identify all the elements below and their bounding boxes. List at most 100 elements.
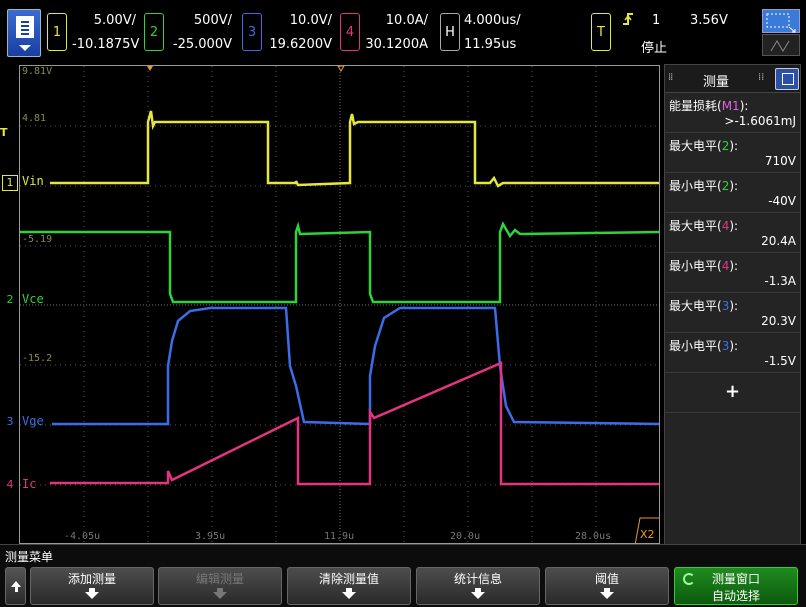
horizontal-tag[interactable]: H <box>440 13 460 51</box>
add-measurement-button[interactable]: 添加测量 <box>30 567 154 605</box>
softkey-sublabel: 自动选择 <box>711 589 760 603</box>
trigger-source: 1 <box>652 13 661 28</box>
grid-label-3: -15.2 <box>22 353 53 364</box>
time-label-3: 20.0u <box>450 531 481 542</box>
arrow-down-icon <box>213 592 227 599</box>
waveform-icon[interactable] <box>762 34 800 56</box>
clear-measurements-button[interactable]: 清除测量值 <box>287 567 411 605</box>
trigger-level-marker[interactable]: T <box>0 126 19 140</box>
measurement-item[interactable]: 最小电平(4): -1.3A <box>665 253 800 293</box>
measurement-value: -1.3A <box>764 274 796 288</box>
measurement-source: 3 <box>721 339 730 353</box>
measurement-source: 2 <box>721 139 730 153</box>
panel-list-button[interactable] <box>775 68 799 90</box>
measurement-window-button[interactable]: 测量窗口 自动选择 <box>674 567 798 605</box>
grid-label-top: 9.81V <box>22 66 53 77</box>
measurement-value: -40V <box>768 194 796 208</box>
channel-4-tag[interactable]: 4 <box>340 13 360 51</box>
menu-up-button[interactable] <box>5 567 26 605</box>
arrow-down-icon <box>600 592 614 599</box>
measurement-value: 710V <box>764 154 796 168</box>
measurement-source: 2 <box>721 179 730 193</box>
threshold-button[interactable]: 阈值 <box>545 567 669 605</box>
measurement-value: 20.4A <box>761 234 796 248</box>
measurement-name: 最小电平 <box>669 339 718 353</box>
measurement-source: M1 <box>721 99 740 113</box>
channel-1-offset: -10.1875V <box>72 37 140 52</box>
measurement-value: -1.5V <box>764 354 796 368</box>
channel-2-tag[interactable]: 2 <box>144 13 164 51</box>
drag-handle-icon[interactable]: ⁞⁞ <box>668 72 673 83</box>
measurement-name: 最大电平 <box>669 219 718 233</box>
statistics-button[interactable]: 统计信息 <box>416 567 540 605</box>
measurement-item[interactable]: 最小电平(2): -40V <box>665 173 800 213</box>
time-label-4: 28.0us <box>575 531 612 542</box>
waveform-graticule <box>20 66 659 543</box>
channel-2-ground-marker[interactable]: 2 <box>2 293 18 309</box>
channel-4-ground-marker[interactable]: 4 <box>2 478 18 494</box>
grid-label-2: -5.19 <box>22 234 53 245</box>
channel-3-offset: 19.6200V <box>269 37 332 52</box>
trace-label-vce: Vce <box>22 292 44 306</box>
rising-edge-icon <box>622 11 634 25</box>
zoom-select-button[interactable] <box>762 9 800 33</box>
acquisition-status: 停止 <box>641 41 668 56</box>
trace-label-vin: Vin <box>22 174 44 188</box>
rotate-knob-icon <box>683 573 695 585</box>
measurement-name: 最小电平 <box>669 259 718 273</box>
softkey-label: 编辑测量 <box>195 572 244 586</box>
measurement-name: 最大电平 <box>669 139 718 153</box>
measurement-item[interactable]: 最大电平(2): 710V <box>665 133 800 173</box>
measurement-value: >-1.6061mJ <box>724 114 796 128</box>
measurement-name: 最大电平 <box>669 299 718 313</box>
measurement-item[interactable]: 最小电平(3): -1.5V <box>665 333 800 373</box>
horizontal-scale: 4.000us/ <box>464 13 521 28</box>
measurement-source: 3 <box>721 299 730 313</box>
measurement-source: 4 <box>721 259 730 273</box>
channel-3-tag[interactable]: 3 <box>242 13 262 51</box>
measurement-panel-title: 测量 <box>703 75 730 90</box>
channel-1-ground-marker[interactable]: 1 <box>2 175 18 191</box>
waveform-display[interactable]: 9.81V 4.81 -5.19 -15.2 -4.05u 3.95u 11.9… <box>19 65 660 544</box>
measurement-item[interactable]: 最大电平(4): 20.4A <box>665 213 800 253</box>
add-measurement-plus-button[interactable]: + <box>665 373 800 413</box>
softkey-menu-label: 测量菜单 <box>5 550 54 564</box>
zoom-badge: X2 <box>640 528 655 541</box>
chevron-down-icon <box>19 45 31 51</box>
trigger-level: 3.56V <box>690 13 728 28</box>
trace-label-vge: Vge <box>22 414 44 428</box>
channel-bar: 1 5.00V/ -10.1875V 2 500V/ -25.000V 3 10… <box>0 0 806 64</box>
channel-3-ground-marker[interactable]: 3 <box>2 415 18 431</box>
measurement-item[interactable]: 能量损耗(M1): >-1.6061mJ <box>665 93 800 133</box>
softkey-bar: 测量菜单 添加测量 编辑测量 清除测量值 统计信息 阈值 测量窗口 自动选择 <box>0 544 806 607</box>
measurement-item[interactable]: 最大电平(3): 20.3V <box>665 293 800 333</box>
drag-handle-icon[interactable]: ⁞⁞ <box>758 72 764 83</box>
arrow-down-icon <box>471 592 485 599</box>
edit-measurement-button[interactable]: 编辑测量 <box>158 567 282 605</box>
channel-1-tag[interactable]: 1 <box>47 13 67 51</box>
measurement-panel: ⁞⁞ 测量 ⁞⁞ 能量损耗(M1): >-1.6061mJ 最大电平(2): 7… <box>664 64 801 546</box>
trace-label-ic: Ic <box>22 477 37 491</box>
measurement-panel-header: ⁞⁞ 测量 ⁞⁞ <box>665 65 800 93</box>
main-menu-button[interactable] <box>7 9 41 57</box>
channel-2-scale: 500V/ <box>193 13 232 28</box>
arrow-down-icon <box>85 592 99 599</box>
softkey-label: 统计信息 <box>453 572 502 586</box>
measurement-source: 4 <box>721 219 730 233</box>
channel-4-offset: 30.1200A <box>365 37 428 52</box>
time-label-2: 11.9u <box>324 531 355 542</box>
measurement-name: 能量损耗 <box>669 99 718 113</box>
channel-3-scale: 10.0V/ <box>289 13 332 28</box>
menu-list-icon <box>16 16 34 38</box>
trigger-tag[interactable]: T <box>591 13 611 51</box>
softkey-label: 添加测量 <box>67 572 116 586</box>
measurement-name: 最小电平 <box>669 179 718 193</box>
time-label-0: -4.05u <box>64 531 101 542</box>
channel-1-scale: 5.00V/ <box>93 13 136 28</box>
arrow-down-icon <box>342 592 356 599</box>
measurement-value: 20.3V <box>761 314 796 328</box>
grid-label-1: 4.81 <box>22 113 47 124</box>
softkey-label: 阈值 <box>594 572 619 586</box>
time-label-1: 3.95u <box>195 531 226 542</box>
softkey-label: 清除测量值 <box>318 572 379 586</box>
